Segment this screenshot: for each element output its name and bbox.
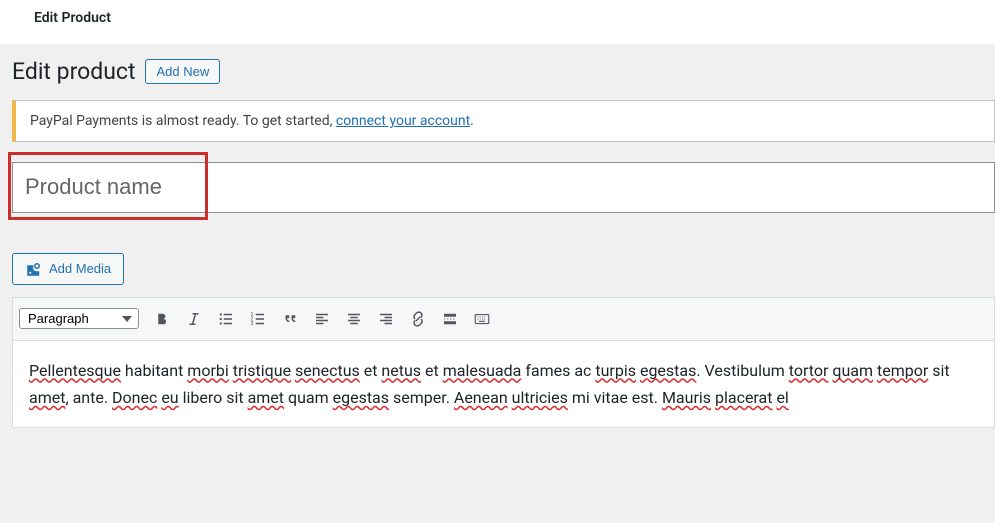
breadcrumb-bar: Edit Product [0,0,995,44]
format-select[interactable]: Paragraph [19,308,139,329]
blockquote-button[interactable] [275,304,305,334]
add-media-label: Add Media [49,261,111,276]
editor-toolbar: Paragraph 123 [13,298,994,341]
read-more-icon [441,309,459,329]
italic-button[interactable] [179,304,209,334]
notice-tail: . [470,113,474,129]
editor-body[interactable]: Pellentesque habitant morbi tristique se… [13,341,994,427]
toolbar-toggle-button[interactable] [467,304,497,334]
notice-text: PayPal Payments is almost ready. To get … [30,113,336,129]
keyboard-icon [473,309,491,329]
bullet-list-button[interactable] [211,304,241,334]
title-input-wrap [12,162,995,213]
list-ol-icon: 123 [249,309,267,329]
numbered-list-button[interactable]: 123 [243,304,273,334]
align-right-button[interactable] [371,304,401,334]
link-button[interactable] [403,304,433,334]
page-title: Edit product [12,58,135,85]
align-center-button[interactable] [339,304,369,334]
breadcrumb-title: Edit Product [34,10,111,26]
align-left-button[interactable] [307,304,337,334]
editor: Paragraph 123 [12,297,995,428]
add-new-button[interactable]: Add New [145,59,220,84]
svg-text:3: 3 [251,321,254,327]
page-header: Edit product Add New [12,44,995,95]
camera-icon [25,260,43,278]
list-ul-icon [217,309,235,329]
connect-account-link[interactable]: connect your account [336,113,470,129]
quote-icon [281,309,299,329]
product-title-input[interactable] [12,162,995,213]
align-left-icon [313,309,331,329]
read-more-button[interactable] [435,304,465,334]
align-right-icon [377,309,395,329]
paypal-notice: PayPal Payments is almost ready. To get … [12,100,995,142]
italic-icon [185,309,203,329]
bold-icon [153,309,171,329]
add-media-button[interactable]: Add Media [12,253,124,285]
align-center-icon [345,309,363,329]
bold-button[interactable] [147,304,177,334]
link-icon [409,309,427,329]
